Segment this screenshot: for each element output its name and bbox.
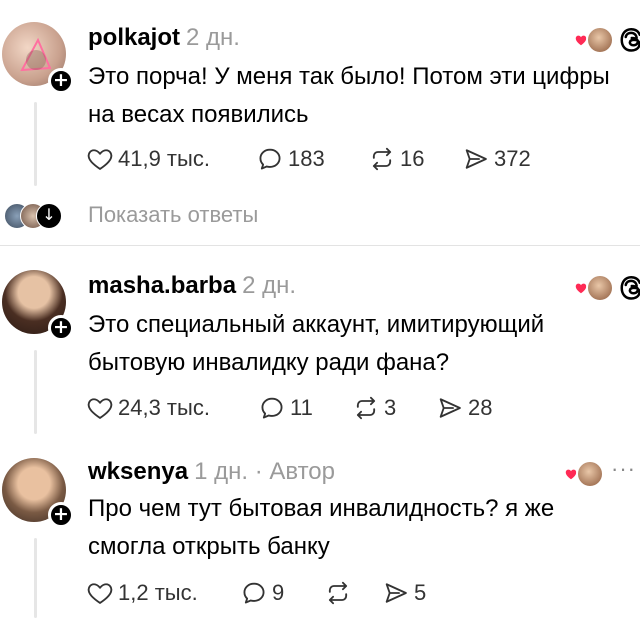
reply-button[interactable]: 11 [258, 393, 313, 423]
threads-logo-icon[interactable] [616, 24, 640, 54]
username[interactable]: masha.barba 2 дн. [88, 272, 296, 300]
comment-bubble-icon [240, 579, 268, 607]
username[interactable]: polkajot 2 дн. [88, 24, 240, 52]
divider [0, 245, 640, 246]
follow-plus-icon[interactable]: + [48, 68, 74, 94]
threads-logo-icon[interactable] [616, 272, 640, 302]
show-replies-link[interactable]: Показать ответы [88, 202, 258, 228]
reply-button[interactable]: 183 [256, 144, 325, 174]
like-button[interactable]: 1,2 тыс. [86, 578, 198, 608]
comment-bubble-icon [256, 145, 284, 173]
chevron-down-icon: ↓ [36, 203, 62, 229]
author-liked-badge [574, 272, 614, 302]
repost-button[interactable]: 16 [368, 144, 424, 174]
author-liked-badge [574, 24, 614, 54]
like-button[interactable]: 41,9 тыс. [86, 144, 210, 174]
send-icon [436, 394, 464, 422]
author-liked-badge [564, 458, 604, 488]
comment-bubble-icon [258, 394, 286, 422]
repost-button[interactable] [324, 578, 356, 608]
reply-button[interactable]: 9 [240, 578, 284, 608]
send-icon [462, 145, 490, 173]
share-button[interactable]: 372 [462, 144, 531, 174]
heart-icon [86, 145, 114, 173]
repost-icon [368, 145, 396, 173]
timestamp: 1 дн. · Автор [194, 458, 335, 485]
timestamp: 2 дн. [242, 272, 297, 299]
repost-icon [324, 579, 352, 607]
thread-line [34, 538, 37, 618]
follow-plus-icon[interactable]: + [48, 315, 74, 341]
comment-text: Это специальный аккаунт, имитирующий быт… [88, 311, 545, 376]
thread-line [34, 102, 37, 186]
heart-icon [86, 394, 114, 422]
username[interactable]: wksenya 1 дн. · Автор [88, 458, 335, 486]
more-options-icon[interactable]: ··· [611, 456, 636, 482]
repost-button[interactable]: 3 [352, 393, 396, 423]
comment-text: Про чем тут бытовая инвалидность? я же с… [88, 495, 555, 560]
comment-text: Это порча! У меня так было! Потом эти ци… [88, 63, 610, 128]
reply-avatars[interactable]: ↓ [4, 203, 74, 229]
share-button[interactable]: 5 [382, 578, 426, 608]
follow-plus-icon[interactable]: + [48, 502, 74, 528]
heart-icon [86, 579, 114, 607]
share-button[interactable]: 28 [436, 393, 492, 423]
thread-line [34, 350, 37, 434]
like-button[interactable]: 24,3 тыс. [86, 393, 210, 423]
timestamp: 2 дн. [186, 24, 240, 51]
repost-icon [352, 394, 380, 422]
send-icon [382, 579, 410, 607]
